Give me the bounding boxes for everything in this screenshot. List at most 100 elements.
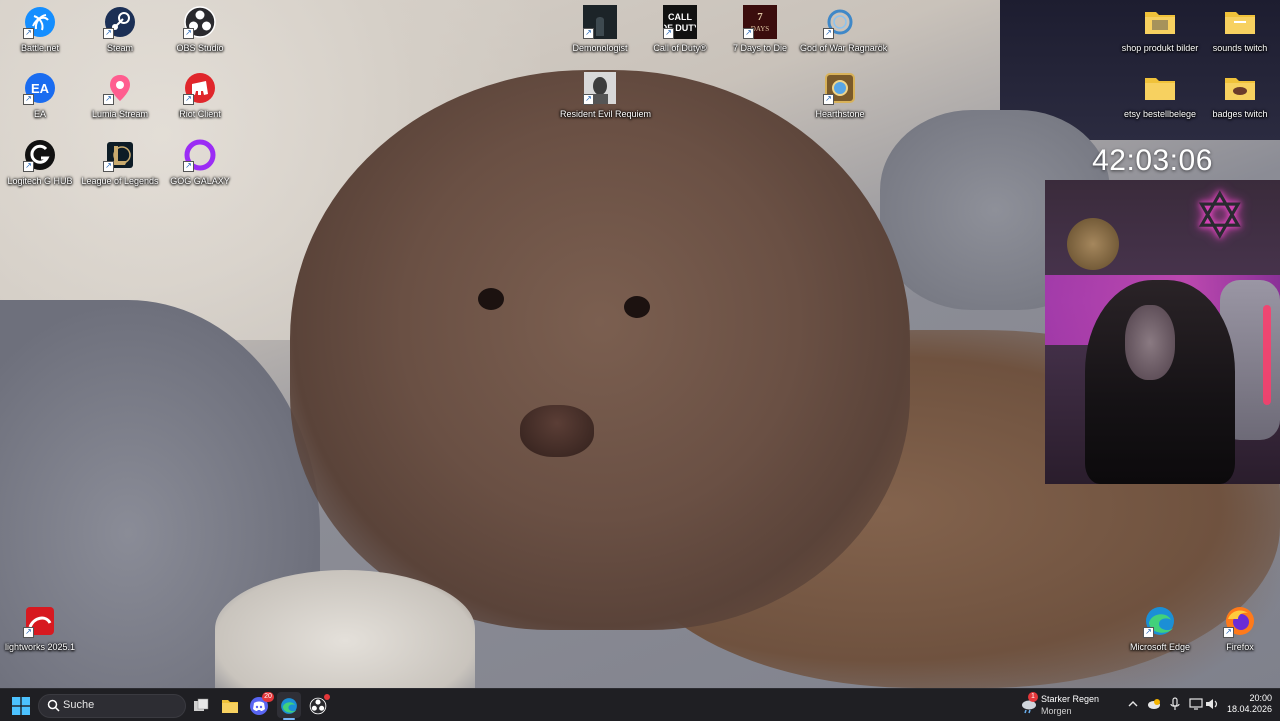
- battlenet-icon: ↗: [23, 5, 57, 39]
- steam-icon: ↗: [103, 5, 137, 39]
- search-icon: [47, 699, 60, 712]
- riot-icon: ↗: [183, 71, 217, 105]
- tray-volume[interactable]: [1204, 696, 1220, 712]
- folder-icon: [1223, 71, 1257, 105]
- desktop-icon-label: shop produkt bilder: [1121, 43, 1199, 53]
- search-placeholder: Suche: [63, 699, 95, 711]
- cod-icon: CALLOF DUTY ↗: [663, 5, 697, 39]
- desktop-icon-label: Demonologist: [572, 43, 628, 53]
- desktop-icon-label: etsy bestellbelege: [1123, 109, 1197, 119]
- tray-display[interactable]: [1188, 696, 1204, 712]
- taskbar-file-explorer[interactable]: [218, 694, 242, 718]
- taskbar-search[interactable]: Suche: [38, 694, 186, 718]
- desktop-icon-hearthstone[interactable]: ↗ Hearthstone: [800, 71, 880, 120]
- desktop-icon-label: OBS Studio: [176, 43, 224, 53]
- desktop-icon-lumia[interactable]: ↗ Lumia Stream: [80, 71, 160, 120]
- wallpaper-fluff: [215, 570, 475, 688]
- desktop-icon-label: lightworks 2025.1: [4, 642, 76, 652]
- desktop-icon-label: Resident Evil Requiem: [560, 109, 652, 119]
- desktop-icon-label: badges twitch: [1212, 109, 1268, 119]
- desktop-icon-label: Riot Client: [179, 109, 221, 119]
- desktop-icon-re[interactable]: ↗ Resident Evil Requiem: [560, 71, 652, 120]
- taskbar: Suche 20 1 Starker Regen Morgen 20:00 18…: [0, 688, 1280, 721]
- hearthstone-icon: ↗: [823, 71, 857, 105]
- desktop-icon-label: Hearthstone: [815, 109, 865, 119]
- taskbar-edge[interactable]: [277, 694, 301, 718]
- wallpaper-dog-eye-left: [478, 288, 504, 310]
- webcam-face: [1125, 305, 1175, 380]
- desktop-folder-badges-twitch[interactable]: badges twitch: [1200, 71, 1280, 120]
- webcam-overlay: ✡: [1045, 180, 1280, 484]
- desktop-icon-ea[interactable]: EA ↗ EA: [0, 71, 80, 120]
- desktop-icon-label: Firefox: [1226, 642, 1254, 652]
- ea-icon: EA ↗: [23, 71, 57, 105]
- display-icon: [1189, 698, 1203, 710]
- desktop-icon-riot[interactable]: ↗ Riot Client: [160, 71, 240, 120]
- desktop-icon-label: EA: [33, 109, 46, 119]
- desktop-icon-gog[interactable]: ↗ GOG GALAXY: [160, 138, 240, 187]
- re-icon: ↗: [583, 71, 617, 105]
- discord-badge: 20: [262, 692, 274, 702]
- edge-icon: [281, 698, 297, 714]
- webcam-wall-plate: [1067, 218, 1119, 270]
- lumia-icon: ↗: [103, 71, 137, 105]
- overlay-clock: 42:03:06: [1092, 144, 1213, 177]
- weather-title: Starker Regen: [1041, 694, 1100, 704]
- chevron-up-icon: [1128, 701, 1138, 707]
- firefox-icon: ↗: [1223, 604, 1257, 638]
- desktop-folder-sounds-twitch[interactable]: sounds twitch: [1200, 5, 1280, 54]
- desktop-icon-label: 7 Days to Die: [732, 43, 788, 53]
- taskbar-time: 20:00: [1249, 693, 1272, 703]
- desktop-icon-steam[interactable]: ↗ Steam: [80, 5, 160, 54]
- obs-icon: [309, 697, 327, 715]
- folder-icon: [1223, 5, 1257, 39]
- desktop-icon-logitech[interactable]: ↗ Logitech G HUB: [0, 138, 80, 187]
- folder-icon: [1143, 5, 1177, 39]
- desktop-icon-label: Lumia Stream: [91, 109, 149, 119]
- start-button[interactable]: [12, 697, 30, 715]
- desktop-icon-7days[interactable]: 7 DAYS ↗ 7 Days to Die: [720, 5, 800, 54]
- tray-overflow-button[interactable]: [1125, 696, 1141, 712]
- desktop-icon-lightworks[interactable]: ↗ lightworks 2025.1: [0, 604, 80, 653]
- desktop-icon-gow[interactable]: ↗ God of War Ragnarök: [800, 5, 888, 54]
- obs-recording-dot: [324, 694, 330, 700]
- tray-microphone[interactable]: [1167, 696, 1183, 712]
- desktop-icon-cod[interactable]: CALLOF DUTY ↗ Call of Duty®: [640, 5, 720, 54]
- cloud-icon: [1148, 699, 1160, 709]
- desktop-icon-label: League of Legends: [81, 176, 159, 186]
- desktop-icon-label: Call of Duty®: [653, 43, 707, 53]
- desktop-folder-shop-produkt-bilder[interactable]: shop produkt bilder: [1120, 5, 1200, 54]
- obs-icon: ↗: [183, 5, 217, 39]
- desktop-icon-league[interactable]: ↗ League of Legends: [80, 138, 160, 187]
- weather-alert-badge: 1: [1028, 692, 1038, 702]
- desktop-icon-label: Logitech G HUB: [7, 176, 73, 186]
- gog-icon: ↗: [183, 138, 217, 172]
- folder-icon: [1143, 71, 1177, 105]
- taskbar-weather[interactable]: 1 Starker Regen Morgen: [1020, 692, 1110, 718]
- desktop-icon-demonologist[interactable]: ↗ Demonologist: [560, 5, 640, 54]
- desktop-icon-label: Steam: [106, 43, 133, 53]
- desktop-icon-firefox[interactable]: ↗ Firefox: [1200, 604, 1280, 653]
- desktop-icon-label: GOG GALAXY: [170, 176, 230, 186]
- taskbar-task-view[interactable]: [189, 694, 213, 718]
- folder-icon: [222, 700, 238, 713]
- tray-cloud[interactable]: [1146, 696, 1162, 712]
- desktop-folder-etsy-bestellbelege[interactable]: etsy bestellbelege: [1120, 71, 1200, 120]
- microphone-icon: [1170, 697, 1180, 710]
- desktop-icon-label: Battle.net: [20, 43, 60, 53]
- desktop-icon-label: God of War Ragnarök: [800, 43, 888, 53]
- edge-icon: ↗: [1143, 604, 1177, 638]
- svg-text:7: 7: [757, 11, 763, 23]
- desktop-icon-edge[interactable]: ↗ Microsoft Edge: [1120, 604, 1200, 653]
- webcam-led-strip: [1263, 305, 1271, 405]
- 7days-icon: 7 DAYS ↗: [743, 5, 777, 39]
- taskbar-discord[interactable]: 20: [247, 692, 274, 718]
- weather-subtitle: Morgen: [1041, 706, 1072, 716]
- taskbar-clock[interactable]: 20:00 18.04.2026: [1222, 693, 1272, 715]
- webcam-neon-star: ✡: [1193, 180, 1247, 252]
- league-icon: ↗: [103, 138, 137, 172]
- demonologist-icon: ↗: [583, 5, 617, 39]
- desktop-icon-obs[interactable]: ↗ OBS Studio: [160, 5, 240, 54]
- taskbar-obs[interactable]: [306, 694, 330, 718]
- desktop-icon-battlenet[interactable]: ↗ Battle.net: [0, 5, 80, 54]
